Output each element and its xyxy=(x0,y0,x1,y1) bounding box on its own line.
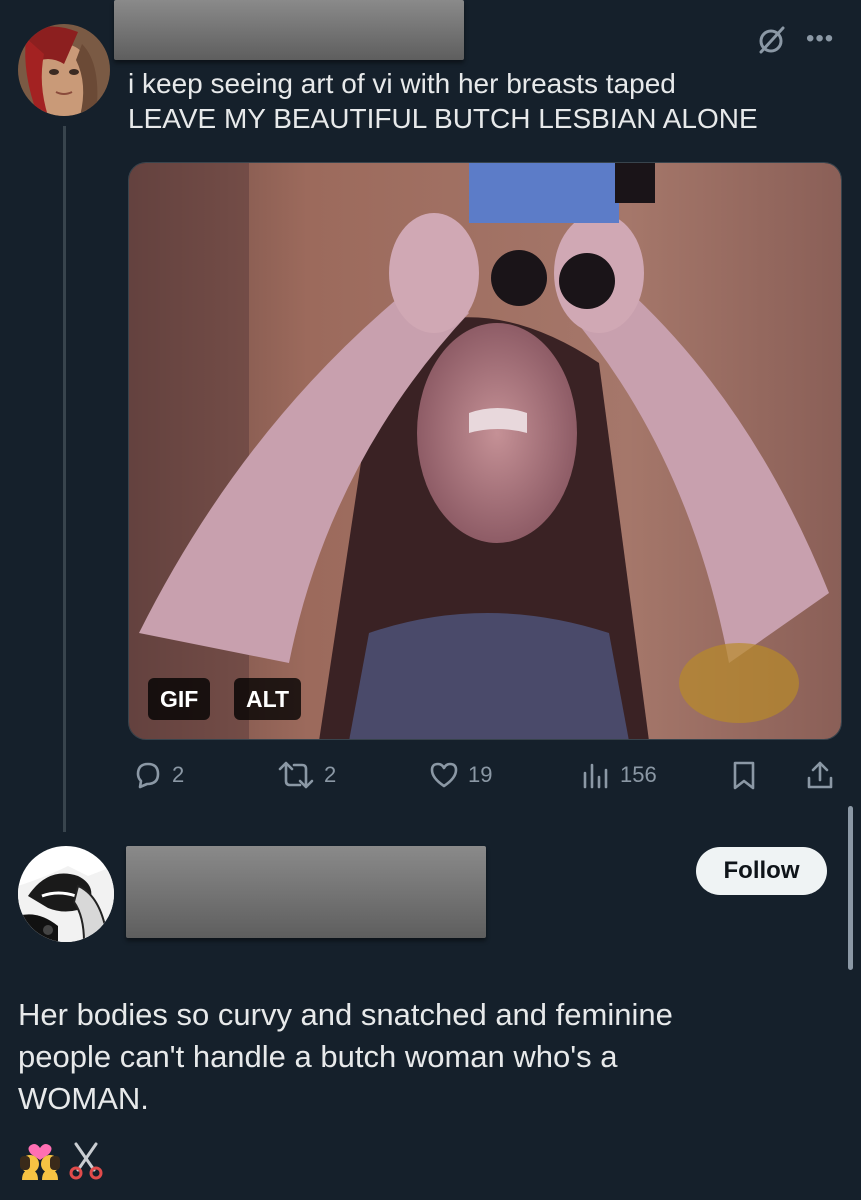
grok-icon[interactable] xyxy=(756,24,788,56)
repost-button[interactable]: 2 xyxy=(276,758,336,792)
reply-text-line: WOMAN. xyxy=(18,1081,149,1116)
scissors-emoji-icon xyxy=(66,1140,106,1185)
tweet-text: i keep seeing art of vi with her breasts… xyxy=(128,66,838,136)
alt-text-button[interactable]: ALT xyxy=(234,678,302,720)
share-icon xyxy=(804,759,836,791)
bookmark-icon xyxy=(730,759,758,791)
gif-badge: GIF xyxy=(148,678,211,720)
views-count: 156 xyxy=(620,762,657,787)
reply-emoji-row xyxy=(18,1140,106,1184)
bookmark-button[interactable] xyxy=(730,758,758,792)
scrollbar[interactable] xyxy=(848,806,853,970)
like-icon xyxy=(428,759,460,791)
redacted-author-name xyxy=(114,0,464,60)
tweet-media-gif[interactable] xyxy=(128,162,842,740)
author-avatar[interactable] xyxy=(18,24,110,116)
views-icon xyxy=(580,759,612,791)
tweet-text-line: LEAVE MY BEAUTIFUL BUTCH LESBIAN ALONE xyxy=(128,103,758,134)
reply-text-line: Her bodies so curvy and snatched and fem… xyxy=(18,997,673,1032)
views-button[interactable]: 156 xyxy=(580,758,657,792)
tweet-text-line: i keep seeing art of vi with her breasts… xyxy=(128,68,676,99)
repost-count: 2 xyxy=(324,762,337,787)
follow-button[interactable]: Follow xyxy=(696,847,827,895)
reply-count: 2 xyxy=(172,762,185,787)
reply-text: Her bodies so curvy and snatched and fem… xyxy=(18,994,838,1120)
reply-button[interactable]: 2 xyxy=(132,758,184,792)
reply-text-line: people can't handle a butch woman who's … xyxy=(18,1039,618,1074)
more-icon[interactable]: ••• xyxy=(806,24,840,54)
thread-connector-line xyxy=(63,126,66,832)
reply-icon xyxy=(132,759,164,791)
like-button[interactable]: 19 xyxy=(428,758,492,792)
reply-author-avatar[interactable] xyxy=(18,846,114,942)
like-count: 19 xyxy=(468,762,493,787)
redacted-reply-author-name xyxy=(126,846,486,938)
kiss-emoji-icon xyxy=(18,1140,62,1185)
repost-icon xyxy=(276,759,316,791)
share-button[interactable] xyxy=(804,758,836,792)
